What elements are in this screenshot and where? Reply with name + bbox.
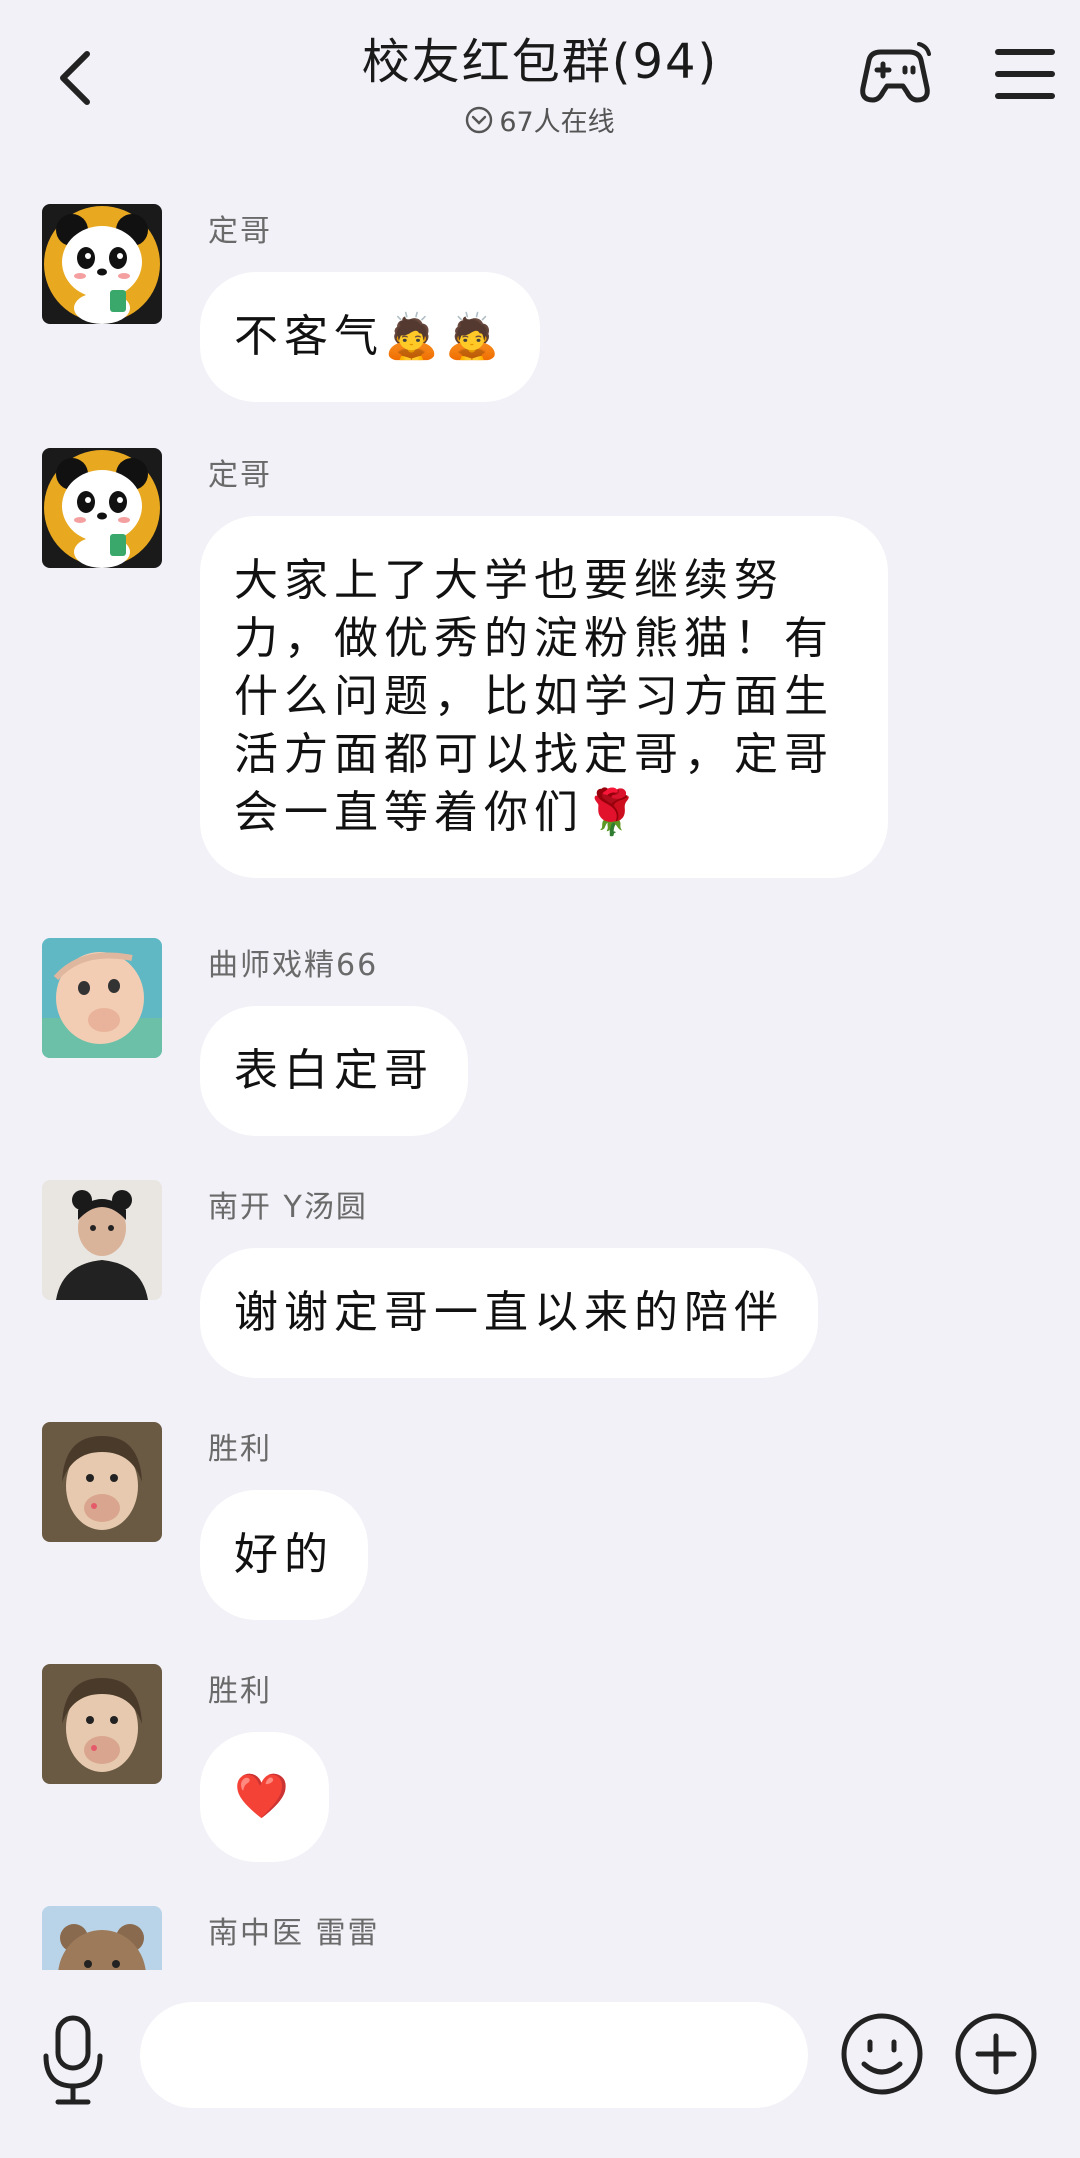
child-avatar[interactable] — [42, 1664, 162, 1784]
sender-name: 南中医 雷雷 — [208, 1916, 380, 1951]
message-bubble[interactable]: 表白定哥 — [200, 1006, 468, 1136]
message-bubble[interactable]: 大家上了大学也要继续努力，做优秀的淀粉熊猫！有什么问题，比如学习方面生活方面都可… — [200, 516, 888, 878]
online-status: 67人在线 — [240, 100, 840, 139]
child-avatar[interactable] — [42, 1422, 162, 1542]
chevron-left-icon — [60, 51, 90, 105]
bear-avatar[interactable] — [42, 1906, 162, 1970]
group-title: 校友红包群(94) — [361, 34, 719, 90]
gamepad-icon — [860, 42, 931, 103]
sender-name: 定哥 — [208, 214, 272, 249]
plus-circle-icon — [955, 2013, 1037, 2095]
sender-name: 南开 Y汤圆 — [208, 1190, 368, 1225]
menu-button[interactable] — [994, 46, 1056, 102]
message-text: 好的 — [234, 1529, 334, 1580]
message-text: 不客气🙇🙇 — [234, 311, 506, 362]
game-button[interactable] — [855, 40, 935, 110]
sender-name: 曲师戏精66 — [208, 948, 379, 983]
message-bubble[interactable]: 不客气🙇🙇 — [200, 272, 540, 402]
chevron-down-circle-icon — [466, 106, 493, 133]
baby-avatar[interactable] — [42, 938, 162, 1058]
sender-name: 定哥 — [208, 458, 272, 493]
message-text: 大家上了大学也要继续努力，做优秀的淀粉熊猫！有什么问题，比如学习方面生活方面都可… — [234, 555, 834, 838]
message-bubble[interactable]: 好的 — [200, 1490, 368, 1620]
panda-avatar[interactable] — [42, 448, 162, 568]
message-input[interactable] — [140, 2002, 808, 2108]
online-count: 67人在线 — [499, 107, 615, 138]
emoji-button[interactable] — [840, 2012, 924, 2096]
message-bubble[interactable]: 谢谢定哥一直以来的陪伴 — [200, 1248, 818, 1378]
more-button[interactable] — [954, 2012, 1038, 2096]
voice-button[interactable] — [38, 2012, 108, 2108]
message-list[interactable]: 定哥 不客气🙇🙇 定哥 大家上了大学也要继续努力，做优秀的淀粉熊猫！有什么问题，… — [0, 170, 1080, 1970]
input-bar — [0, 1972, 1080, 2158]
message-bubble[interactable]: ❤️ — [200, 1732, 329, 1862]
sender-name: 胜利 — [208, 1432, 272, 1467]
panda-avatar[interactable] — [42, 204, 162, 324]
girl-avatar[interactable] — [42, 1180, 162, 1300]
smiley-icon — [841, 2013, 923, 2095]
back-button[interactable] — [40, 38, 110, 118]
message-text: 谢谢定哥一直以来的陪伴 — [234, 1287, 784, 1338]
message-text: 表白定哥 — [234, 1045, 434, 1096]
hamburger-menu-icon — [995, 49, 1055, 99]
heart-emoji: ❤️ — [234, 1771, 295, 1822]
header-title-area[interactable]: 校友红包群(94) 67人在线 — [240, 22, 840, 139]
sender-name: 胜利 — [208, 1674, 272, 1709]
microphone-icon — [43, 2015, 103, 2105]
chat-header: 校友红包群(94) 67人在线 — [0, 0, 1080, 170]
